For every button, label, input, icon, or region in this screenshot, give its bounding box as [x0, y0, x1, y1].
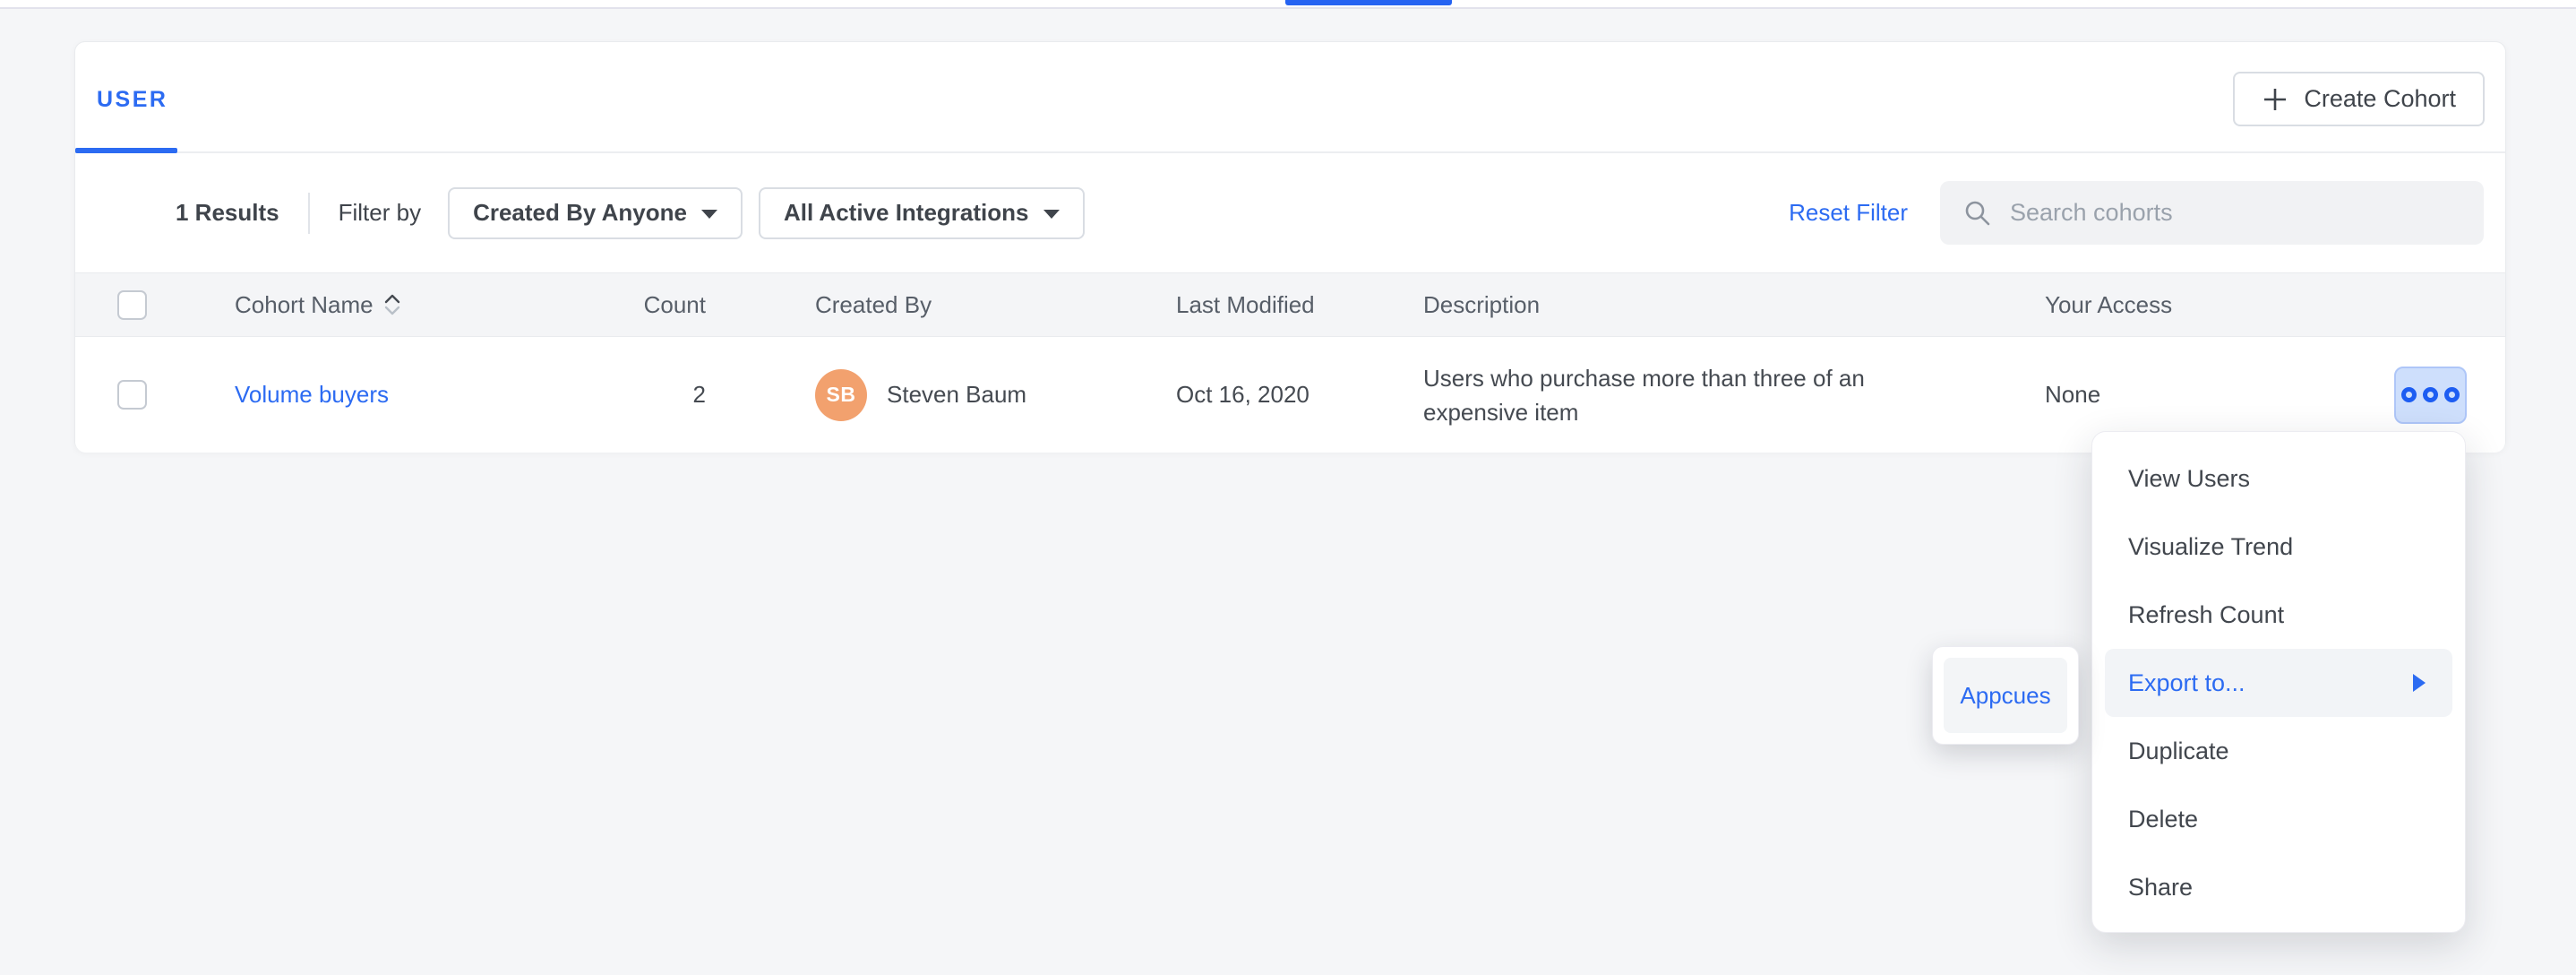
- table-header-row: Cohort Name Count Created By Last Modifi…: [75, 272, 2505, 337]
- filter-by-label: Filter by: [339, 199, 421, 227]
- menu-item-view-users[interactable]: View Users: [2092, 444, 2465, 513]
- cohorts-page: USER Create Cohort 1 Results Filter by C…: [0, 0, 2576, 975]
- browser-top-strip: [0, 0, 2576, 9]
- tab-strip: USER Create Cohort: [75, 42, 2505, 153]
- created-by-header-label: Created By: [815, 291, 932, 319]
- integrations-dropdown-value: All Active Integrations: [784, 199, 1029, 227]
- column-header-description: Description: [1423, 291, 2045, 319]
- select-all-checkbox[interactable]: [117, 290, 147, 320]
- ellipsis-icon: [2423, 387, 2438, 402]
- ellipsis-icon: [2444, 387, 2460, 402]
- caret-down-icon: [1043, 210, 1060, 219]
- row-context-menu: View Users Visualize Trend Refresh Count…: [2091, 431, 2466, 933]
- submenu-item-appcues[interactable]: Appcues: [1944, 658, 2067, 733]
- created-by-dropdown-value: Created By Anyone: [473, 199, 687, 227]
- menu-item-visualize-trend[interactable]: Visualize Trend: [2092, 513, 2465, 581]
- cohort-name-link[interactable]: Volume buyers: [235, 381, 389, 408]
- active-tab-indicator: [1285, 0, 1452, 5]
- divider: [308, 193, 310, 234]
- filter-bar: 1 Results Filter by Created By Anyone Al…: [75, 153, 2505, 272]
- avatar: SB: [815, 369, 867, 421]
- export-submenu: Appcues: [1932, 646, 2079, 745]
- create-cohort-button[interactable]: Create Cohort: [2233, 72, 2485, 126]
- column-header-your-access: Your Access: [2045, 291, 2297, 319]
- submenu-arrow-icon: [2413, 674, 2426, 692]
- row-checkbox-cell: [75, 380, 235, 410]
- menu-item-share[interactable]: Share: [2092, 853, 2465, 921]
- search-cohorts-input[interactable]: [2010, 199, 2462, 227]
- search-cohorts-box[interactable]: [1940, 181, 2484, 245]
- created-by-dropdown[interactable]: Created By Anyone: [448, 187, 743, 239]
- last-modified-value: Oct 16, 2020: [1176, 381, 1423, 409]
- integrations-dropdown[interactable]: All Active Integrations: [759, 187, 1085, 239]
- row-actions-cell: [2297, 367, 2507, 424]
- created-by-cell: SB Steven Baum: [709, 369, 1176, 421]
- your-access-value: None: [2045, 381, 2297, 409]
- cohorts-card: USER Create Cohort 1 Results Filter by C…: [74, 41, 2506, 452]
- sort-icon: [382, 291, 402, 318]
- results-count: 1 Results: [176, 199, 279, 227]
- menu-item-duplicate[interactable]: Duplicate: [2092, 717, 2465, 785]
- header-checkbox-cell: [75, 290, 235, 320]
- more-options-button[interactable]: [2394, 367, 2467, 424]
- caret-down-icon: [701, 210, 717, 219]
- created-by-name: Steven Baum: [887, 381, 1026, 409]
- search-icon: [1963, 199, 1992, 228]
- description-value: Users who purchase more than three of an…: [1423, 361, 1925, 429]
- tab-user[interactable]: USER: [97, 87, 167, 113]
- ellipsis-icon: [2401, 387, 2417, 402]
- tab-active-underline: [75, 148, 177, 153]
- column-header-last-modified: Last Modified: [1176, 291, 1423, 319]
- column-header-cohort-name[interactable]: Cohort Name: [235, 291, 575, 319]
- cohort-name-header-label: Cohort Name: [235, 291, 374, 319]
- cohort-count: 2: [575, 381, 709, 409]
- row-checkbox[interactable]: [117, 380, 147, 410]
- plus-icon: [2262, 86, 2288, 113]
- menu-item-delete[interactable]: Delete: [2092, 785, 2465, 853]
- column-header-count: Count: [575, 291, 709, 319]
- create-cohort-label: Create Cohort: [2304, 85, 2456, 113]
- menu-item-refresh-count[interactable]: Refresh Count: [2092, 581, 2465, 649]
- export-to-label: Export to...: [2128, 669, 2245, 697]
- reset-filter-link[interactable]: Reset Filter: [1789, 199, 1908, 227]
- menu-item-export-to[interactable]: Export to...: [2105, 649, 2452, 717]
- column-header-created-by: Created By: [709, 291, 1176, 319]
